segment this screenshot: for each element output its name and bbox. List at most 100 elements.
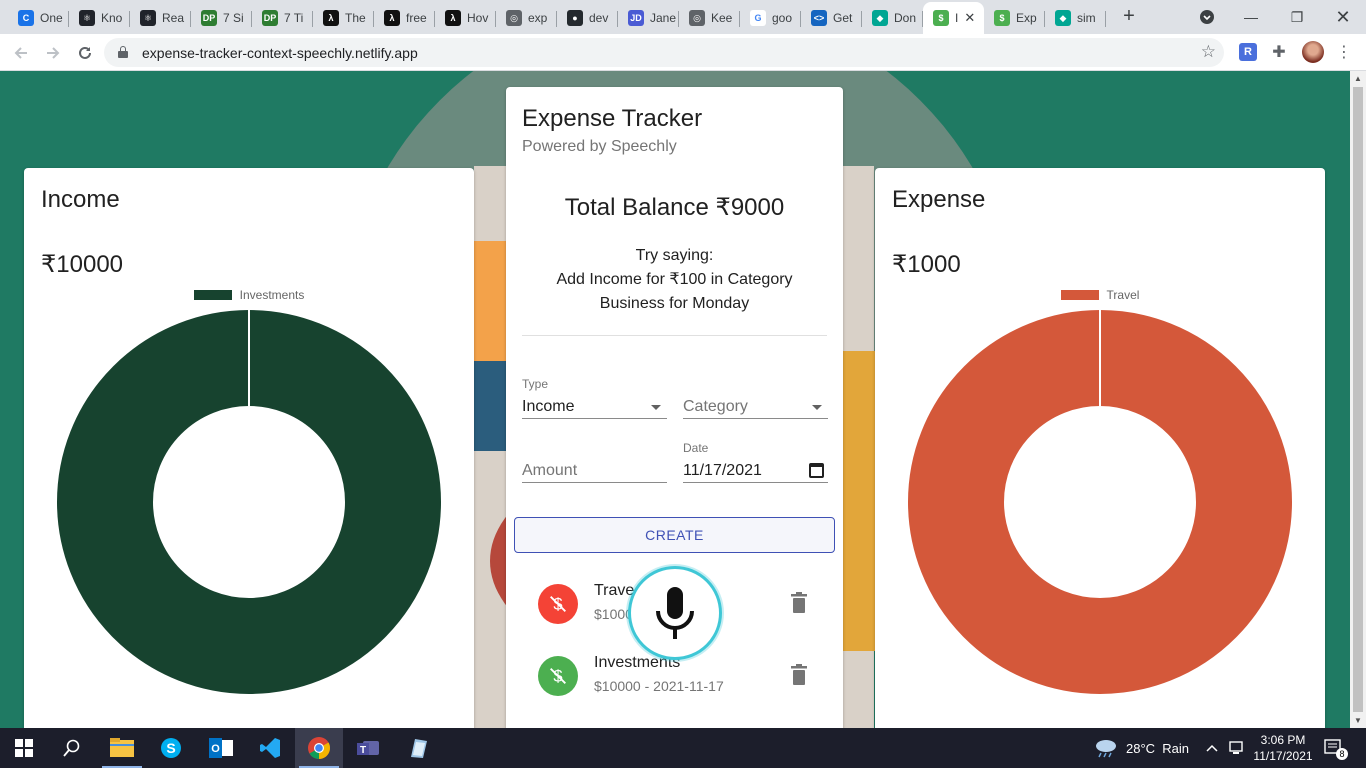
lambda-icon: λ (445, 10, 461, 26)
search-button[interactable] (48, 728, 96, 768)
app-button[interactable] (394, 728, 442, 768)
folder-icon (110, 738, 134, 757)
react-icon: ⚛ (79, 10, 95, 26)
expense-legend[interactable]: Travel (875, 288, 1325, 302)
expense-icon: $ (994, 10, 1010, 26)
money-off-icon: $ (550, 668, 566, 686)
tab-strip: + — ❐ ✕ C One ⚛ Kno ⚛ Rea DP 7 Si DP 7 Ti λ The λ fre… (0, 0, 1366, 34)
transaction-name: Trave (594, 582, 635, 599)
tab-search-button[interactable] (1184, 0, 1230, 34)
c-logo-icon: C (18, 10, 34, 26)
file-explorer-button[interactable] (98, 728, 146, 768)
reload-icon (79, 46, 91, 59)
date-field[interactable]: Date 11/17/2021 (683, 441, 828, 483)
type-select[interactable]: Type Income (522, 377, 667, 419)
back-button[interactable] (8, 40, 34, 66)
browser-tab[interactable]: ⚛ Rea (130, 4, 191, 32)
notifications-button[interactable]: 8 (1324, 728, 1348, 768)
svg-text:O: O (211, 743, 220, 755)
divider (522, 335, 827, 336)
browser-tab[interactable]: ◎ Kee (679, 4, 740, 32)
scroll-up-arrow-icon[interactable]: ▲ (1354, 74, 1362, 83)
income-title: Income (41, 186, 120, 213)
browser-tab[interactable]: λ Hov (435, 4, 496, 32)
income-card: Income ₹10000 Investments (24, 168, 474, 728)
create-button[interactable]: CREATE (514, 517, 835, 553)
tab-title: Get (833, 11, 853, 25)
maximize-button[interactable]: ❐ (1274, 0, 1320, 34)
speechly-mic-button[interactable] (628, 566, 722, 660)
dp-icon: DP (201, 10, 217, 26)
browser-tab[interactable]: ◎ exp (496, 4, 557, 32)
browser-tab[interactable]: ● dev (557, 4, 618, 32)
page-scrollbar[interactable]: ▲ ▼ (1350, 71, 1366, 728)
browser-tab[interactable]: C One (8, 4, 69, 32)
notepad-icon (411, 739, 427, 758)
income-legend[interactable]: Investments (24, 288, 474, 302)
address-bar[interactable]: expense-tracker-context-speechly.netlify… (104, 38, 1224, 67)
tab-title: free (406, 11, 427, 25)
calendar-icon[interactable] (809, 463, 824, 478)
skype-icon: S (161, 738, 181, 758)
type-value[interactable]: Income (522, 395, 667, 419)
reload-button[interactable] (72, 40, 98, 66)
expense-card: Expense ₹1000 Travel (875, 168, 1325, 728)
amount-input[interactable]: Amount (522, 459, 667, 483)
browser-tab[interactable]: Ggoo (740, 4, 801, 32)
date-input[interactable]: 11/17/2021 (683, 459, 828, 483)
browser-tab[interactable]: <> Get (801, 4, 862, 32)
category-value[interactable]: Category (683, 395, 828, 419)
show-hidden-icons-button[interactable] (1206, 728, 1218, 768)
minimize-button[interactable]: — (1228, 0, 1274, 34)
tab-title: Kno (101, 11, 123, 25)
extension-r-icon[interactable]: R (1239, 43, 1257, 61)
scrollbar-thumb[interactable] (1353, 87, 1363, 712)
browser-tab[interactable]: ◆ sim (1045, 4, 1106, 32)
network-button[interactable] (1228, 728, 1244, 768)
type-label: Type (522, 377, 549, 391)
browser-tab[interactable]: λ The (313, 4, 374, 32)
extensions-puzzle-icon[interactable]: ✚ (1270, 43, 1288, 61)
start-button[interactable] (0, 728, 48, 768)
forward-button[interactable] (40, 40, 66, 66)
tab-title: goo (772, 11, 793, 25)
skype-button[interactable]: S (147, 728, 195, 768)
teams-button[interactable]: T (345, 728, 393, 768)
system-clock[interactable]: 3:06 PM 11/17/2021 (1248, 732, 1318, 764)
chrome-button[interactable] (295, 728, 343, 768)
browser-tab[interactable]: ◆ Don (862, 4, 923, 32)
income-doughnut-chart (57, 310, 441, 694)
bookmark-star-icon[interactable]: ☆ (1201, 42, 1216, 62)
browser-tab[interactable]: $ Exp (984, 4, 1045, 32)
browser-tab[interactable]: λ free (374, 4, 435, 32)
vscode-button[interactable] (246, 728, 294, 768)
browser-menu-icon[interactable]: ⋮ (1336, 42, 1352, 62)
profile-avatar[interactable] (1302, 41, 1324, 63)
windows-logo-icon (15, 739, 33, 757)
outlook-button[interactable]: O (197, 728, 245, 768)
close-tab-icon[interactable]: ✕ (964, 10, 975, 26)
microphone-icon (656, 587, 694, 639)
url-text[interactable]: expense-tracker-context-speechly.netlify… (142, 45, 418, 61)
category-select[interactable]: Category (683, 377, 828, 419)
browser-tab[interactable]: ⚛ Kno (69, 4, 130, 32)
lambda-icon: λ (384, 10, 400, 26)
github-icon: ● (567, 10, 583, 26)
windows-taskbar: S O T 28°C Rain 3:06 PM 11/17/2021 8 (0, 728, 1366, 768)
search-icon (63, 739, 80, 757)
scroll-down-arrow-icon[interactable]: ▼ (1354, 716, 1362, 725)
vscode-icon (260, 738, 280, 758)
browser-tab[interactable]: JD Jane (618, 4, 679, 32)
browser-tab[interactable]: DP 7 Si (191, 4, 252, 32)
browser-tab[interactable]: $ I ✕ (923, 2, 984, 34)
amount-field[interactable]: Amount (522, 441, 667, 483)
total-balance: Total Balance ₹9000 (564, 194, 785, 221)
browser-tab[interactable]: DP 7 Ti (252, 4, 313, 32)
globe-icon: ◎ (689, 10, 705, 26)
close-window-button[interactable]: ✕ (1320, 0, 1366, 34)
delete-icon[interactable] (790, 664, 808, 686)
new-tab-button[interactable]: + (1118, 6, 1140, 28)
delete-icon[interactable] (790, 592, 808, 614)
tab-title: Hov (467, 11, 489, 25)
weather-widget[interactable]: 28°C Rain (1094, 728, 1189, 768)
